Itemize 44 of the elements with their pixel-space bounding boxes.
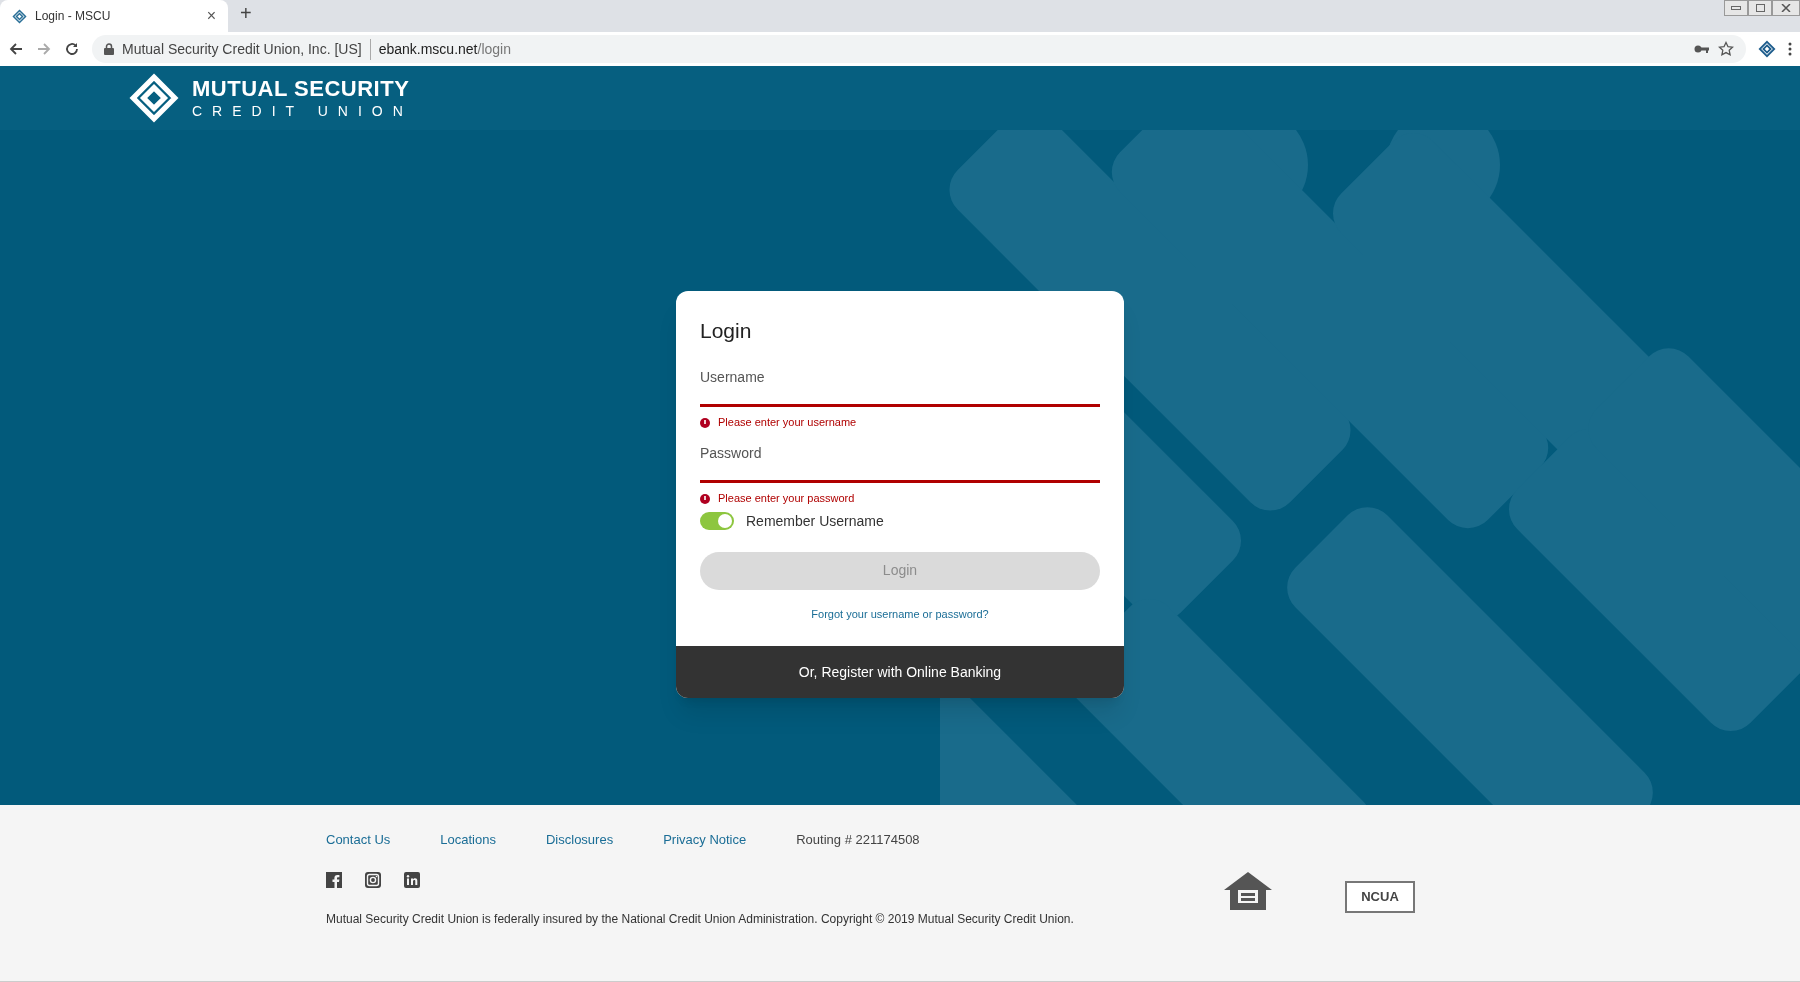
input-field[interactable]: Password (700, 442, 1100, 483)
routing-number: Routing # 221174508 (796, 831, 920, 849)
footer-link[interactable]: Disclosures (545, 830, 614, 850)
error-message: Please enter your password (718, 491, 855, 507)
close-icon (1781, 4, 1791, 12)
login-title: Login (700, 318, 753, 344)
new-tab-button[interactable]: + (240, 0, 252, 28)
copyright-text: Mutual Security Credit Union is federally insured by the National Credit Union Administration. Copyright © 2019 Mutual Security Credit Union. (326, 910, 1074, 928)
back-icon[interactable] (8, 41, 24, 57)
site-favicon-icon (12, 8, 27, 24)
close-tab-button[interactable]: × (206, 4, 216, 28)
linkedin-icon[interactable] (404, 871, 420, 888)
register-bar[interactable]: Or, Register with Online Banking (676, 646, 1124, 698)
star-icon[interactable] (1718, 41, 1734, 57)
extension-icon (1758, 40, 1776, 58)
input-field[interactable]: Username (700, 366, 1100, 407)
minimize-button[interactable] (1724, 0, 1748, 16)
key-icon[interactable] (1694, 44, 1710, 54)
ncua-badge: NCUA (1345, 881, 1415, 913)
lock-icon (104, 43, 114, 55)
instagram-icon[interactable] (365, 871, 381, 888)
logo-name: MUTUAL SECURITY (192, 78, 411, 100)
restore-button[interactable] (1748, 0, 1772, 16)
tab-title: Login - MSCU (35, 8, 112, 25)
logo-icon (128, 72, 180, 124)
browser-tab[interactable]: Login - MSCU × (0, 0, 228, 32)
footer-link[interactable]: Contact Us (326, 830, 391, 850)
close-window-button[interactable] (1772, 0, 1800, 16)
error-message: Please enter your username (718, 415, 857, 431)
forgot-link[interactable]: Forgot your username or password? (811, 605, 989, 622)
url-text: ebank.mscu.net/login (378, 39, 512, 59)
site-identity: Mutual Security Credit Union, Inc. [US] (122, 38, 371, 60)
menu-icon[interactable] (1788, 42, 1792, 56)
logo-subtitle: CREDIT UNION (192, 104, 413, 118)
remember-label: Remember Username (746, 511, 884, 531)
house-icon (1222, 870, 1274, 912)
facebook-icon[interactable] (326, 871, 342, 888)
reload-icon[interactable] (64, 41, 80, 57)
remember-toggle[interactable] (700, 512, 734, 530)
error-icon (700, 493, 710, 504)
footer-link[interactable]: Privacy Notice (663, 830, 747, 850)
address-bar[interactable]: Mutual Security Credit Union, Inc. [US] ebank.mscu.net/login (92, 35, 1746, 63)
error-icon (700, 417, 710, 428)
footer-link[interactable]: Locations (440, 830, 496, 850)
